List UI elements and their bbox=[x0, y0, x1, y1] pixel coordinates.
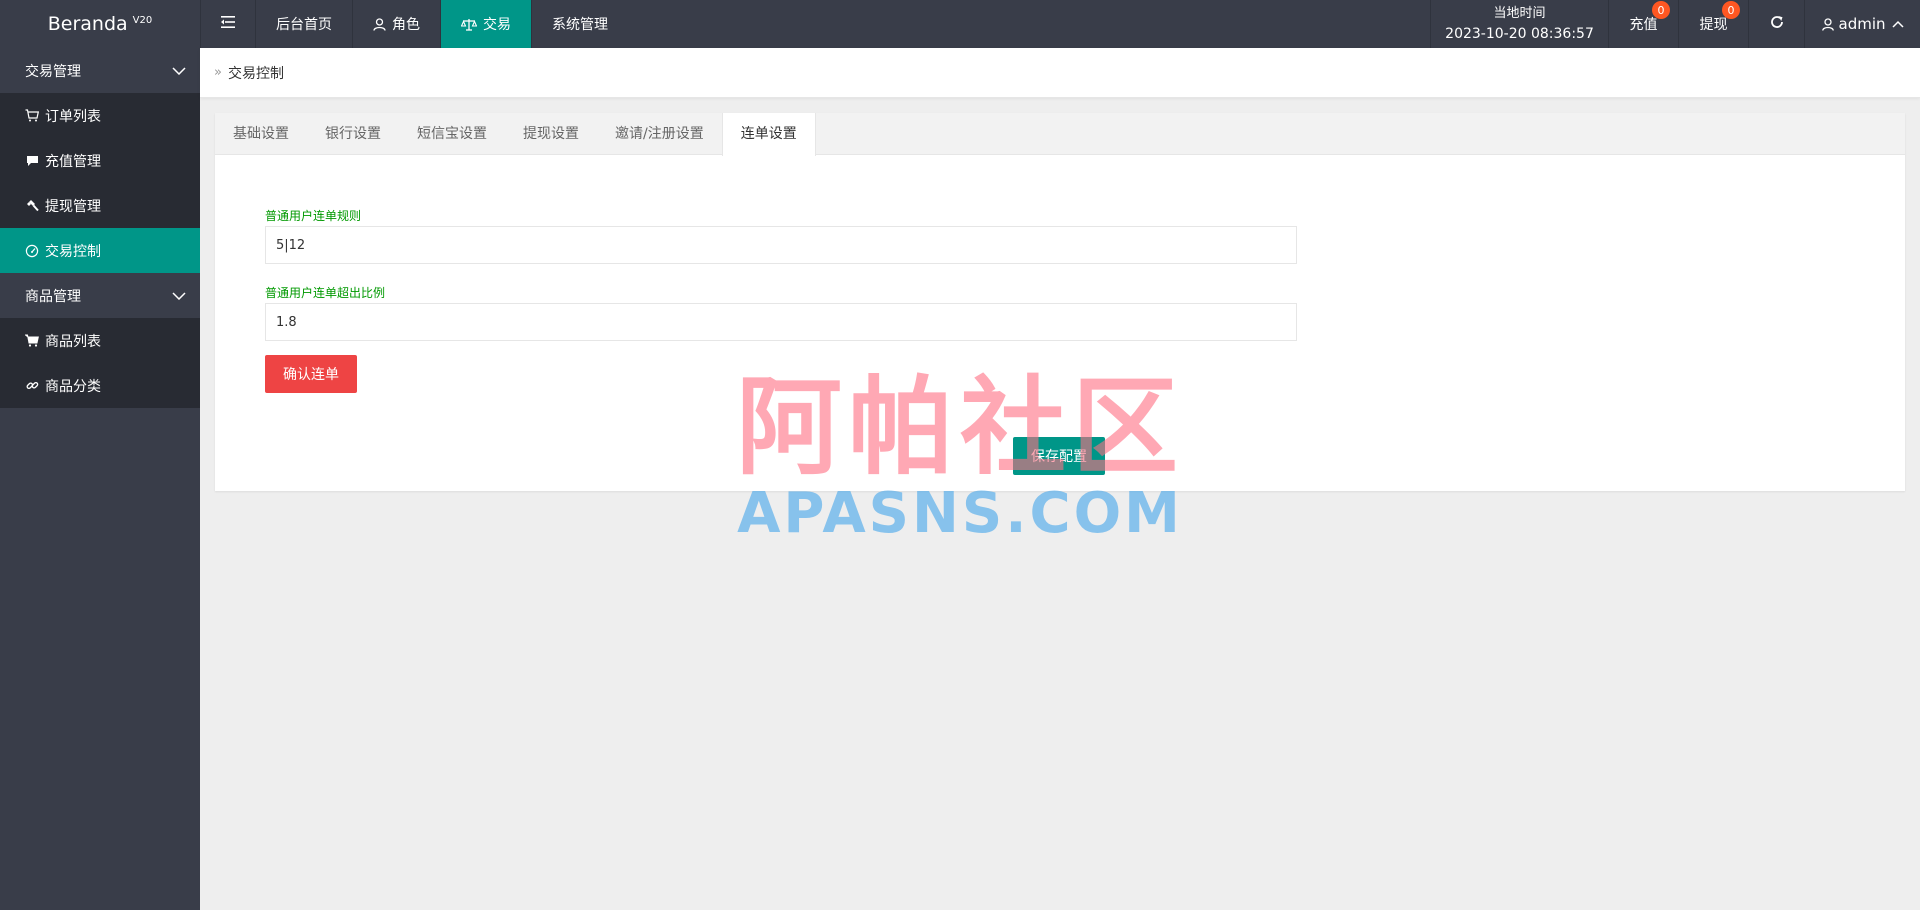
app-version: V20 bbox=[132, 14, 153, 26]
chevron-up-icon bbox=[1891, 20, 1904, 28]
nav-trade-label: 交易 bbox=[483, 17, 511, 33]
sidebar-item-label: 交易控制 bbox=[45, 243, 101, 260]
user-icon bbox=[373, 17, 386, 31]
tab-sms[interactable]: 短信宝设置 bbox=[399, 113, 505, 155]
sidebar-item-withdraw[interactable]: 提现管理 bbox=[0, 183, 200, 228]
sidebar-submenu-trade: 订单列表 充值管理 提现管理 交易控制 bbox=[0, 93, 200, 273]
link-icon bbox=[25, 379, 39, 392]
sidebar-item-goods-category[interactable]: 商品分类 bbox=[0, 363, 200, 408]
nav-system[interactable]: 系统管理 bbox=[531, 0, 628, 48]
nav-role-label: 角色 bbox=[392, 17, 420, 33]
breadcrumb-current: 交易控制 bbox=[227, 65, 284, 82]
recharge-badge: 0 bbox=[1652, 1, 1670, 19]
rule-label: 普通用户连单规则 bbox=[265, 209, 362, 223]
top-nav: 后台首页 角色 交易 系统管理 bbox=[200, 0, 628, 48]
sidebar-group-label: 交易管理 bbox=[25, 63, 81, 80]
watermark-en: APASNS.COM bbox=[737, 481, 1183, 546]
recharge-label: 充值 bbox=[1629, 17, 1658, 33]
nav-trade[interactable]: 交易 bbox=[440, 0, 531, 48]
menu-toggle-icon bbox=[221, 16, 235, 32]
cart-icon bbox=[25, 334, 39, 347]
local-time: 当地时间 2023-10-20 08:36:57 bbox=[1430, 0, 1608, 48]
nav-role[interactable]: 角色 bbox=[352, 0, 440, 48]
save-config-button[interactable]: 保存配置 bbox=[1013, 437, 1105, 475]
chevron-down-icon bbox=[172, 66, 186, 75]
user-name: admin bbox=[1838, 15, 1886, 33]
double-chevron-right-icon: » bbox=[214, 65, 222, 80]
refresh-icon bbox=[1770, 15, 1784, 33]
tab-combo-order[interactable]: 连单设置 bbox=[721, 113, 816, 156]
combo-order-form: 普通用户连单规则 普通用户连单超出比例 确认连单 bbox=[265, 208, 1297, 393]
nav-home[interactable]: 后台首页 bbox=[255, 0, 352, 48]
app-logo[interactable]: Beranda V20 bbox=[0, 0, 200, 48]
settings-card: 基础设置 银行设置 短信宝设置 提现设置 邀请/注册设置 连单设置 普通用户连单… bbox=[215, 113, 1905, 491]
nav-system-label: 系统管理 bbox=[552, 17, 608, 33]
tab-bank[interactable]: 银行设置 bbox=[307, 113, 399, 155]
sidebar-item-goods-list[interactable]: 商品列表 bbox=[0, 318, 200, 363]
settings-tabs: 基础设置 银行设置 短信宝设置 提现设置 邀请/注册设置 连单设置 bbox=[215, 113, 1905, 156]
chat-icon bbox=[25, 155, 39, 167]
withdraw-badge: 0 bbox=[1722, 1, 1740, 19]
user-menu[interactable]: admin bbox=[1804, 0, 1920, 48]
sidebar-group-label: 商品管理 bbox=[25, 288, 81, 305]
rule-input[interactable] bbox=[265, 226, 1297, 264]
hammer-icon bbox=[25, 199, 39, 212]
ratio-label: 普通用户连单超出比例 bbox=[265, 286, 386, 300]
tab-basic[interactable]: 基础设置 bbox=[215, 113, 307, 155]
sidebar-item-label: 提现管理 bbox=[45, 198, 101, 215]
withdraw-label: 提现 bbox=[1699, 17, 1728, 33]
local-time-value: 2023-10-20 08:36:57 bbox=[1445, 26, 1594, 42]
refresh-button[interactable] bbox=[1748, 0, 1804, 48]
top-bar: Beranda V20 后台首页 角色 交易 系统管理 当地时间 2023-10… bbox=[0, 0, 1920, 48]
chevron-down-icon bbox=[172, 291, 186, 300]
withdraw-button[interactable]: 提现 0 bbox=[1678, 0, 1748, 48]
local-time-label: 当地时间 bbox=[1493, 6, 1546, 21]
confirm-combo-button[interactable]: 确认连单 bbox=[265, 355, 357, 393]
menu-toggle-button[interactable] bbox=[200, 0, 255, 48]
tab-invite-register[interactable]: 邀请/注册设置 bbox=[597, 113, 722, 155]
user-icon bbox=[1821, 17, 1834, 31]
nav-home-label: 后台首页 bbox=[276, 17, 332, 33]
sidebar-item-trade-control[interactable]: 交易控制 bbox=[0, 228, 200, 273]
sidebar-item-label: 商品分类 bbox=[45, 378, 101, 395]
dashboard-icon bbox=[25, 244, 39, 258]
sidebar-item-recharge[interactable]: 充值管理 bbox=[0, 138, 200, 183]
sidebar: 交易管理 订单列表 充值管理 提现管理 交易控制 商品管理 商品列表 商品分类 bbox=[0, 48, 200, 910]
sidebar-item-label: 充值管理 bbox=[45, 153, 101, 170]
tab-withdraw[interactable]: 提现设置 bbox=[505, 113, 597, 155]
ratio-input[interactable] bbox=[265, 303, 1297, 341]
sidebar-group-goods[interactable]: 商品管理 bbox=[0, 273, 200, 318]
scale-icon bbox=[461, 18, 477, 31]
breadcrumb: » 交易控制 bbox=[200, 48, 1920, 98]
sidebar-item-orders[interactable]: 订单列表 bbox=[0, 93, 200, 138]
sidebar-item-label: 商品列表 bbox=[45, 333, 101, 350]
app-name: Beranda bbox=[47, 13, 128, 35]
sidebar-group-trade[interactable]: 交易管理 bbox=[0, 48, 200, 93]
sidebar-item-label: 订单列表 bbox=[45, 108, 101, 125]
recharge-button[interactable]: 充值 0 bbox=[1608, 0, 1678, 48]
cart-icon bbox=[25, 109, 39, 122]
sidebar-submenu-goods: 商品列表 商品分类 bbox=[0, 318, 200, 408]
